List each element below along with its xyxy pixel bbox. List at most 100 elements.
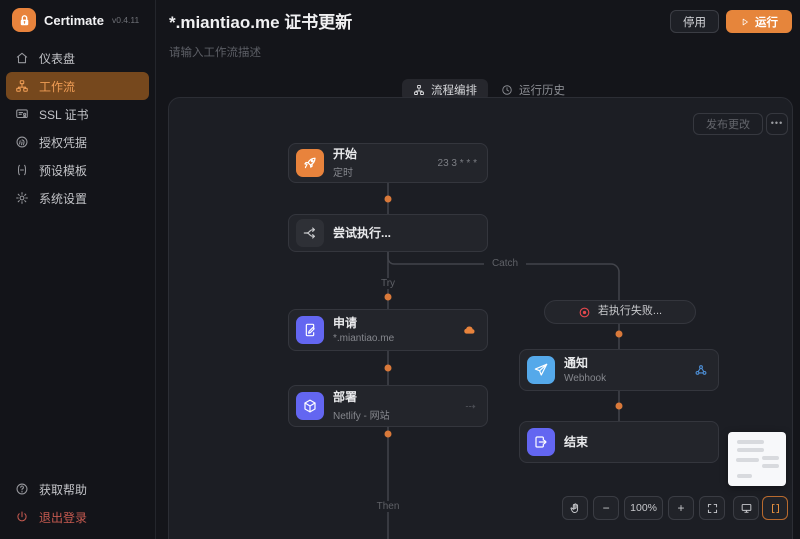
node-title: 若执行失败... bbox=[597, 305, 663, 318]
rocket-icon bbox=[296, 149, 324, 177]
sidebar-item-settings[interactable]: 系统设置 bbox=[6, 184, 149, 212]
credential-icon bbox=[16, 136, 28, 148]
node-try-execute[interactable]: 尝试执行... bbox=[288, 214, 488, 252]
publish-changes-button[interactable]: 发布更改 bbox=[693, 113, 763, 135]
add-node-dot[interactable] bbox=[615, 330, 623, 338]
sidebar-item-label: SSL 证书 bbox=[39, 107, 89, 122]
sidebar-item-workflows[interactable]: 工作流 bbox=[6, 72, 149, 100]
node-title: 结束 bbox=[564, 434, 589, 449]
certificate-request-icon bbox=[296, 316, 324, 344]
minimap-node-bar bbox=[737, 474, 752, 478]
app-name: Certimate bbox=[44, 12, 104, 28]
home-icon bbox=[16, 52, 28, 64]
play-icon bbox=[742, 18, 748, 25]
app-version: v0.4.11 bbox=[111, 15, 140, 25]
workflow-icon bbox=[16, 80, 28, 92]
minimap-node-bar bbox=[762, 464, 779, 468]
sidebar-item-label: 退出登录 bbox=[39, 510, 88, 525]
sidebar-item-dashboard[interactable]: 仪表盘 bbox=[6, 44, 149, 72]
node-start[interactable]: 开始 定时 23 3 * * * bbox=[288, 143, 488, 183]
edge-label-try: Try bbox=[374, 278, 402, 289]
certificate-icon bbox=[16, 109, 28, 119]
node-title: 尝试执行... bbox=[333, 225, 392, 240]
node-title: 部署 bbox=[333, 390, 358, 405]
zoom-in-button[interactable]: + bbox=[668, 496, 694, 520]
add-node-dot[interactable] bbox=[384, 430, 392, 438]
brackets-icon bbox=[771, 503, 779, 513]
sidebar: Certimate v0.4.11 仪表盘 工作流 SSL 证书 授权凭据 预设… bbox=[0, 0, 156, 539]
canvas-actions: 发布更改 ••• bbox=[693, 113, 788, 135]
node-end[interactable]: 结束 bbox=[519, 421, 719, 463]
add-node-dot[interactable] bbox=[384, 364, 392, 372]
sidebar-item-templates[interactable]: 预设模板 bbox=[6, 156, 149, 184]
minimap-toggle-button[interactable] bbox=[762, 496, 788, 520]
minimap-node-bar bbox=[737, 448, 764, 452]
node-deploy[interactable]: 部署 Netlify - 网站 bbox=[288, 385, 488, 427]
sidebar-item-label: 预设模板 bbox=[39, 163, 88, 178]
end-icon bbox=[527, 428, 555, 456]
zoom-out-button[interactable]: − bbox=[593, 496, 620, 520]
edge-label-catch: Catch bbox=[484, 258, 526, 269]
presentation-button[interactable] bbox=[733, 496, 759, 520]
run-button[interactable]: 运行 bbox=[726, 10, 792, 33]
history-icon bbox=[502, 85, 512, 95]
sidebar-item-help[interactable]: 获取帮助 bbox=[6, 475, 149, 503]
webhook-icon bbox=[694, 363, 708, 377]
hand-icon bbox=[570, 502, 578, 513]
edge-label-then: Then bbox=[370, 501, 406, 512]
sidebar-footer: 获取帮助 退出登录 bbox=[0, 475, 155, 539]
app-window: Certimate v0.4.11 仪表盘 工作流 SSL 证书 授权凭据 预设… bbox=[0, 0, 800, 539]
node-subtitle: Webhook bbox=[564, 372, 607, 384]
sidebar-item-label: 工作流 bbox=[39, 79, 76, 94]
node-notify[interactable]: 通知 Webhook bbox=[519, 349, 719, 391]
node-title: 开始 bbox=[333, 147, 358, 162]
workflow-description-placeholder[interactable]: 请输入工作流描述 bbox=[169, 44, 261, 60]
workflow-canvas[interactable]: 发布更改 ••• Try Catch Then 开始 定时 23 3 * * *… bbox=[168, 97, 793, 539]
logout-icon bbox=[17, 511, 27, 522]
app-logo-lock-icon bbox=[12, 8, 36, 32]
help-icon bbox=[16, 483, 28, 495]
pan-tool-button[interactable] bbox=[562, 496, 589, 520]
node-on-failure[interactable]: 若执行失败... bbox=[544, 300, 696, 324]
add-node-dot[interactable] bbox=[384, 195, 392, 203]
sidebar-item-label: 获取帮助 bbox=[39, 482, 88, 497]
send-icon bbox=[527, 356, 555, 384]
sidebar-item-credentials[interactable]: 授权凭据 bbox=[6, 128, 149, 156]
node-apply-certificate[interactable]: 申请 *.miantiao.me bbox=[288, 309, 488, 351]
sidebar-item-label: 授权凭据 bbox=[39, 135, 88, 150]
branch-icon bbox=[296, 219, 324, 247]
expand-icon bbox=[707, 503, 717, 513]
sidebar-nav: 仪表盘 工作流 SSL 证书 授权凭据 预设模板 系统设置 bbox=[0, 44, 155, 212]
package-icon bbox=[296, 392, 324, 420]
node-subtitle: Netlify - 网站 bbox=[333, 410, 390, 422]
flow-icon bbox=[414, 85, 424, 95]
sidebar-item-logout[interactable]: 退出登录 bbox=[6, 503, 149, 531]
template-icon bbox=[17, 164, 27, 176]
minimap-node-bar bbox=[737, 440, 764, 444]
minimap[interactable] bbox=[728, 432, 786, 486]
minimap-node-bar bbox=[762, 456, 779, 460]
node-subtitle: 定时 bbox=[333, 167, 353, 179]
main-area: *.miantiao.me 证书更新 请输入工作流描述 停用 运行 流程编排 运… bbox=[156, 0, 800, 539]
fit-view-button[interactable] bbox=[699, 496, 725, 520]
sidebar-item-label: 系统设置 bbox=[39, 191, 88, 206]
add-node-dot[interactable] bbox=[615, 402, 623, 410]
settings-icon bbox=[16, 192, 28, 204]
failure-icon bbox=[579, 307, 590, 317]
arrow-dash-icon bbox=[464, 400, 477, 413]
sidebar-item-ssl-certificates[interactable]: SSL 证书 bbox=[6, 100, 149, 128]
cloud-icon bbox=[462, 323, 477, 338]
header-actions: 停用 运行 bbox=[670, 10, 792, 33]
node-title: 申请 bbox=[333, 316, 358, 331]
workflow-title[interactable]: *.miantiao.me 证书更新 bbox=[169, 8, 352, 33]
app-logo-row: Certimate v0.4.11 bbox=[0, 0, 155, 44]
disable-button[interactable]: 停用 bbox=[670, 10, 719, 33]
minimap-node-bar bbox=[736, 458, 759, 462]
node-subtitle: *.miantiao.me bbox=[333, 332, 395, 344]
more-options-button[interactable]: ••• bbox=[766, 113, 788, 135]
sidebar-item-label: 仪表盘 bbox=[39, 51, 76, 66]
add-node-dot[interactable] bbox=[384, 293, 392, 301]
canvas-toolbar: − 100% + bbox=[562, 496, 788, 520]
zoom-level-button[interactable]: 100% bbox=[624, 496, 663, 520]
